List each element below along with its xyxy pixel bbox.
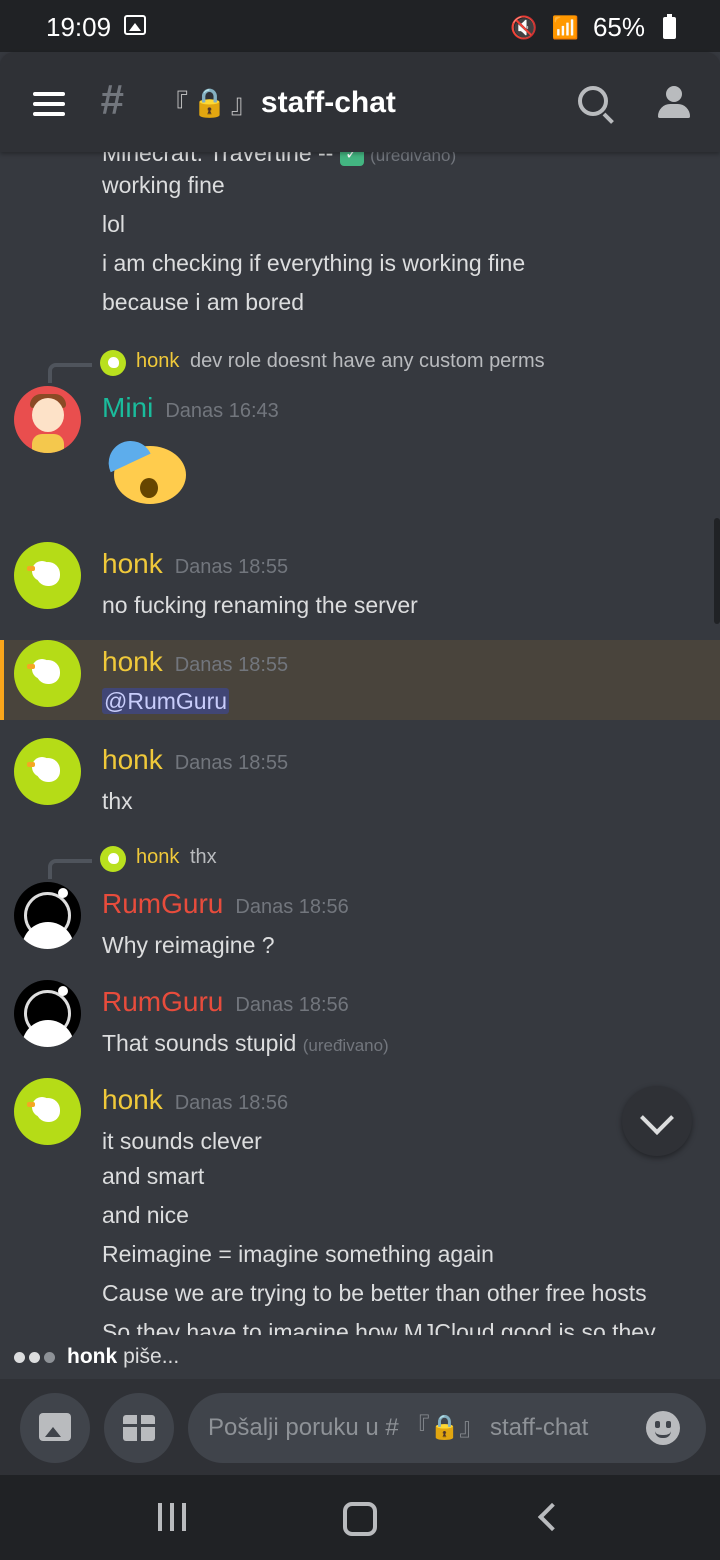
message-line: and smart: [102, 1163, 205, 1189]
message-line: working fine: [102, 172, 225, 198]
scrollbar[interactable]: [714, 518, 720, 624]
message-header: RumGuru Danas 18:56: [102, 986, 349, 1018]
message-text: thx: [102, 788, 133, 814]
home-icon[interactable]: [343, 1502, 377, 1536]
message-line: because i am bored: [102, 289, 305, 315]
typing-user: honk: [67, 1345, 118, 1368]
system-nav-bar: [0, 1475, 720, 1560]
message-line: and nice: [102, 1202, 189, 1228]
author-name[interactable]: honk: [102, 548, 163, 579]
message-text: @RumGuru: [102, 688, 230, 715]
status-icons: 🔇 📶 65%: [510, 12, 676, 43]
author-name[interactable]: honk: [102, 646, 163, 677]
reply-text: dev role doesnt have any custom perms: [190, 350, 545, 372]
typing-indicator: honk piše...: [0, 1335, 720, 1379]
timestamp: Danas 18:56: [235, 896, 349, 918]
timestamp: Danas 18:55: [174, 556, 289, 578]
reply-preview[interactable]: honk dev role doesnt have any custom per…: [48, 348, 708, 383]
avatar[interactable]: [14, 1078, 81, 1145]
reply-connector: [48, 363, 92, 383]
avatar[interactable]: [14, 738, 81, 805]
battery-percent: 65%: [592, 12, 645, 42]
author-name[interactable]: Mini: [102, 392, 153, 423]
timestamp: Danas 18:56: [235, 994, 349, 1016]
typing-text: piše...: [123, 1345, 180, 1368]
channel-bracket-close: 』: [230, 89, 257, 119]
message-list[interactable]: Minecraft: Travertine -- ✓ (uređivano) w…: [0, 152, 720, 1335]
author-name[interactable]: RumGuru: [102, 888, 223, 919]
user-mention[interactable]: @RumGuru: [102, 688, 230, 714]
timestamp: Danas 18:56: [174, 1092, 289, 1114]
message-text: That sounds stupid (uređivano): [102, 1030, 389, 1056]
reply-avatar: [100, 350, 126, 376]
message-line: Minecraft: Travertine -- ✓ (uređivano): [102, 152, 456, 167]
reply-text: thx: [190, 846, 217, 868]
avatar[interactable]: [14, 980, 81, 1047]
message-text: Why reimagine ?: [102, 932, 275, 958]
channel-header: # 『 🔒 』 staff-chat: [0, 52, 720, 152]
lock-emoji: 🔒: [192, 87, 227, 118]
message-input[interactable]: [188, 1393, 706, 1463]
message-text: no fucking renaming the server: [102, 592, 418, 618]
gallery-notification-icon: [124, 15, 146, 35]
avatar[interactable]: [14, 542, 81, 609]
avatar[interactable]: [14, 882, 81, 949]
message-line: i am checking if everything is working f…: [102, 250, 526, 276]
message-line: Reimagine = imagine something again: [102, 1241, 494, 1267]
recent-apps-icon[interactable]: [158, 1503, 186, 1531]
timestamp: Danas 16:43: [165, 400, 279, 422]
author-name[interactable]: honk: [102, 1084, 163, 1115]
message-line: it sounds clever: [102, 1128, 262, 1154]
text-channel-icon: #: [100, 76, 124, 123]
reply-author: honk: [136, 350, 180, 372]
timestamp: Danas 18:55: [174, 752, 289, 774]
channel-title[interactable]: 『 🔒 』 staff-chat: [162, 84, 396, 121]
avatar[interactable]: [14, 386, 81, 453]
attach-image-button[interactable]: [20, 1393, 90, 1463]
menu-icon[interactable]: [33, 92, 65, 122]
fearful-emoji: [101, 433, 186, 506]
edited-label: (uređivano): [302, 1036, 389, 1055]
image-icon: [39, 1413, 71, 1441]
message-line: So they have to imagine how MJCloud good…: [102, 1319, 656, 1335]
back-icon[interactable]: [537, 1502, 567, 1532]
status-bar: 19:09 🔇 📶 65%: [0, 0, 720, 52]
jump-to-bottom-button[interactable]: [622, 1086, 692, 1156]
edited-label: (uređivano): [370, 152, 457, 165]
typing-dots-icon: [14, 1351, 55, 1363]
check-emoji: ✓: [339, 152, 364, 166]
reply-preview[interactable]: honk thx: [48, 844, 348, 879]
gift-icon: [123, 1415, 155, 1441]
clock: 19:09: [46, 12, 112, 42]
battery-icon: [663, 13, 676, 39]
reply-author: honk: [136, 846, 180, 868]
reply-connector: [48, 859, 92, 879]
message-line: lol: [102, 211, 126, 237]
emoji-icon[interactable]: [646, 1411, 680, 1445]
author-name[interactable]: RumGuru: [102, 986, 223, 1017]
search-icon[interactable]: [578, 86, 608, 116]
gift-button[interactable]: [104, 1393, 174, 1463]
message-header: honk Danas 18:55: [102, 646, 288, 678]
composer-bar: [0, 1379, 720, 1475]
author-name[interactable]: honk: [102, 744, 163, 775]
message-header: honk Danas 18:55: [102, 744, 288, 776]
message-header: RumGuru Danas 18:56: [102, 888, 349, 920]
message-header: honk Danas 18:55: [102, 548, 288, 580]
message-header: Mini Danas 16:43: [102, 392, 279, 424]
reply-avatar: [100, 846, 126, 872]
message-header: honk Danas 18:56: [102, 1084, 288, 1116]
wifi-icon: 📶: [551, 14, 579, 40]
channel-bracket-open: 『: [162, 89, 189, 119]
channel-name: staff-chat: [260, 85, 396, 119]
timestamp: Danas 18:55: [174, 654, 289, 676]
message-line: Cause we are trying to be better than ot…: [102, 1280, 647, 1306]
mute-icon: 🔇: [510, 14, 538, 40]
avatar[interactable]: [14, 640, 81, 707]
members-icon[interactable]: [656, 84, 696, 120]
